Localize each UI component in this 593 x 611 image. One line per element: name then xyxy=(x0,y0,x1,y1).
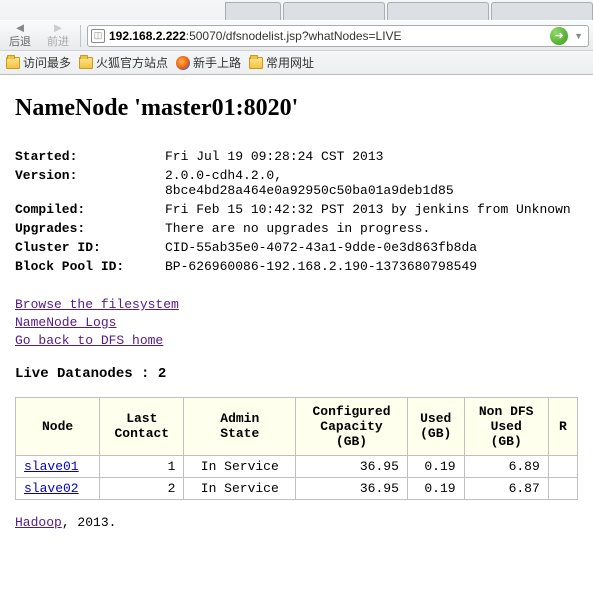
url-path: :50070/dfsnodelist.jsp?whatNodes=LIVE xyxy=(186,29,402,43)
tab-strip xyxy=(0,0,593,20)
firefox-icon xyxy=(176,56,190,70)
info-row-started: Started: Fri Jul 19 09:28:24 CST 2013 xyxy=(15,147,578,166)
footer: Hadoop, 2013. xyxy=(15,515,578,530)
cell-node: slave01 xyxy=(16,455,100,477)
info-value: Fri Feb 15 10:42:32 PST 2013 by jenkins … xyxy=(165,200,578,219)
back-button[interactable]: ◄ 后退 xyxy=(4,23,36,49)
inactive-tab[interactable] xyxy=(225,2,281,20)
info-label: Cluster ID: xyxy=(15,238,165,257)
bookmark-most-visited[interactable]: 访问最多 xyxy=(6,54,71,71)
cell-last-contact: 2 xyxy=(100,477,184,499)
bookmark-bar: 访问最多 火狐官方站点 新手上路 常用网址 xyxy=(0,50,593,74)
col-non-dfs-used: Non DFSUsed(GB) xyxy=(464,397,548,455)
forward-arrow-icon: ► xyxy=(52,23,65,33)
table-row: slave02 2In Service36.950.196.87 xyxy=(16,477,578,499)
namenode-info-table: Started: Fri Jul 19 09:28:24 CST 2013 Ve… xyxy=(15,147,578,276)
table-header-row: Node LastContact AdminState ConfiguredCa… xyxy=(16,397,578,455)
folder-icon xyxy=(249,57,263,69)
cell-remaining xyxy=(548,477,577,499)
cell-configured-capacity: 36.95 xyxy=(296,455,408,477)
forward-button[interactable]: ► 前进 xyxy=(42,23,74,49)
cell-last-contact: 1 xyxy=(100,455,184,477)
url-text: 192.168.2.222:50070/dfsnodelist.jsp?what… xyxy=(109,29,546,43)
bookmark-common-urls[interactable]: 常用网址 xyxy=(249,54,314,71)
col-used: Used(GB) xyxy=(407,397,464,455)
cell-remaining xyxy=(548,455,577,477)
link-namenode-logs[interactable]: NameNode Logs xyxy=(15,314,578,332)
bookmark-label: 常用网址 xyxy=(266,54,314,71)
inactive-tab[interactable] xyxy=(491,2,593,20)
col-remaining: R xyxy=(548,397,577,455)
url-bar[interactable]: ◫ 192.168.2.222:50070/dfsnodelist.jsp?wh… xyxy=(87,25,589,47)
cell-admin-state: In Service xyxy=(184,477,296,499)
bookmark-label: 访问最多 xyxy=(23,54,71,71)
separator xyxy=(80,25,81,47)
link-datanode[interactable]: slave02 xyxy=(24,481,79,496)
back-label: 后退 xyxy=(9,33,31,49)
footer-text: , 2013. xyxy=(62,515,117,530)
page-favicon: ◫ xyxy=(91,29,105,43)
cell-used: 0.19 xyxy=(407,477,464,499)
info-label: Compiled: xyxy=(15,200,165,219)
bookmark-label: 新手上路 xyxy=(193,54,241,71)
cell-node: slave02 xyxy=(16,477,100,499)
info-value: Fri Jul 19 09:28:24 CST 2013 xyxy=(165,147,578,166)
cell-used: 0.19 xyxy=(407,455,464,477)
cell-admin-state: In Service xyxy=(184,455,296,477)
col-admin-state: AdminState xyxy=(184,397,296,455)
info-row-upgrades: Upgrades: There are no upgrades in progr… xyxy=(15,219,578,238)
table-row: slave01 1In Service36.950.196.89 xyxy=(16,455,578,477)
url-host: 192.168.2.222 xyxy=(109,29,186,43)
link-browse-filesystem[interactable]: Browse the filesystem xyxy=(15,296,578,314)
datanodes-table: Node LastContact AdminState ConfiguredCa… xyxy=(15,397,578,500)
info-value: There are no upgrades in progress. xyxy=(165,219,578,238)
bookmark-getting-started[interactable]: 新手上路 xyxy=(176,54,241,71)
col-node: Node xyxy=(16,397,100,455)
info-label: Started: xyxy=(15,147,165,166)
page-content: NameNode 'master01:8020' Started: Fri Ju… xyxy=(0,75,593,540)
link-hadoop[interactable]: Hadoop xyxy=(15,515,62,530)
info-label: Block Pool ID: xyxy=(15,257,165,276)
col-configured-capacity: ConfiguredCapacity(GB) xyxy=(296,397,408,455)
info-value: BP-626960086-192.168.2.190-1373680798549 xyxy=(165,257,578,276)
bookmark-label: 火狐官方站点 xyxy=(96,54,168,71)
info-value: CID-55ab35e0-4072-43a1-9dde-0e3d863fb8da xyxy=(165,238,578,257)
link-datanode[interactable]: slave01 xyxy=(24,459,79,474)
folder-icon xyxy=(6,57,20,69)
forward-label: 前进 xyxy=(47,33,69,49)
info-label: Version: xyxy=(15,166,165,200)
url-dropdown-icon[interactable]: ▼ xyxy=(572,31,585,41)
go-button[interactable]: ➜ xyxy=(550,27,568,45)
live-datanodes-title: Live Datanodes : 2 xyxy=(15,366,578,382)
inactive-tab[interactable] xyxy=(283,2,385,20)
col-last-contact: LastContact xyxy=(100,397,184,455)
info-row-version: Version: 2.0.0-cdh4.2.0, 8bce4bd28a464e0… xyxy=(15,166,578,200)
info-row-cluster-id: Cluster ID: CID-55ab35e0-4072-43a1-9dde-… xyxy=(15,238,578,257)
bookmark-firefox-official[interactable]: 火狐官方站点 xyxy=(79,54,168,71)
info-label: Upgrades: xyxy=(15,219,165,238)
page-title: NameNode 'master01:8020' xyxy=(15,95,578,122)
inactive-tab[interactable] xyxy=(387,2,489,20)
info-value: 2.0.0-cdh4.2.0, 8bce4bd28a464e0a92950c50… xyxy=(165,166,578,200)
nav-row: ◄ 后退 ► 前进 ◫ 192.168.2.222:50070/dfsnodel… xyxy=(0,20,593,50)
info-row-compiled: Compiled: Fri Feb 15 10:42:32 PST 2013 b… xyxy=(15,200,578,219)
link-dfs-home[interactable]: Go back to DFS home xyxy=(15,332,578,350)
cell-non-dfs-used: 6.89 xyxy=(464,455,548,477)
cell-configured-capacity: 36.95 xyxy=(296,477,408,499)
cell-non-dfs-used: 6.87 xyxy=(464,477,548,499)
browser-chrome: ◄ 后退 ► 前进 ◫ 192.168.2.222:50070/dfsnodel… xyxy=(0,0,593,75)
nav-links: Browse the filesystem NameNode Logs Go b… xyxy=(15,296,578,351)
folder-icon xyxy=(79,57,93,69)
info-row-block-pool-id: Block Pool ID: BP-626960086-192.168.2.19… xyxy=(15,257,578,276)
back-arrow-icon: ◄ xyxy=(14,23,27,33)
